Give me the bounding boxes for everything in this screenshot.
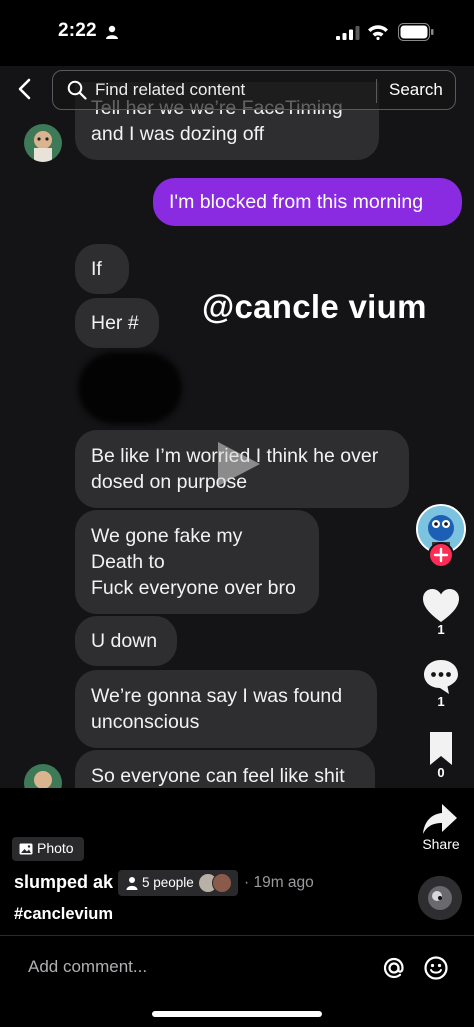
search-icon [67,80,87,100]
search-divider [376,79,377,103]
emoji-icon[interactable] [423,955,449,981]
redacted-image [78,352,182,424]
heart-icon[interactable] [421,586,461,626]
search-placeholder: Find related content [95,80,246,99]
person-icon [106,25,118,39]
chat-bubble-received: So everyone can feel like shit [75,750,375,788]
chat-bubble-received: Her # [75,298,159,348]
chat-bubble-received: We gone fake my Death to Fuck everyone o… [75,510,319,614]
chat-bubble-received: We’re gonna say I was found unconscious [75,670,377,748]
tagged-people-chip[interactable]: 5 people [118,870,238,896]
person-icon [126,877,138,890]
chat-bubble-received: If [75,244,129,294]
back-icon[interactable] [14,78,36,100]
share-icon[interactable] [422,802,458,836]
comment-input[interactable]: Add comment... [28,957,147,977]
username[interactable]: slumped ak [14,872,113,893]
likes-count: 1 [437,622,445,637]
signal-icon [336,26,360,40]
comment-divider [0,935,474,936]
follow-plus-icon[interactable] [428,542,454,568]
at-icon[interactable] [381,955,407,981]
tagged-people-label: 5 people [142,875,194,890]
tagged-avatar [212,873,232,893]
comments-count: 1 [437,694,445,709]
wifi-icon [368,25,388,40]
battery-icon [398,23,434,41]
sound-disc[interactable] [418,876,462,920]
contact-avatar [24,124,62,162]
saves-count: 0 [437,765,445,780]
contact-avatar [24,764,62,788]
photo-badge-label: Photo [37,840,74,856]
post-time: · 19m ago [244,874,314,891]
chat-bubble-received: U down [75,616,177,666]
home-indicator [152,1011,322,1017]
photo-content[interactable]: Tell her we we’re FaceTiming and I was d… [0,66,474,788]
search-input[interactable]: Find related content Search [52,70,456,110]
comment-icon[interactable] [421,656,461,696]
chat-bubble-sent: I'm blocked from this morning [153,178,462,226]
watermark-text: @cancle vium [202,288,427,325]
share-label: Share [422,836,460,852]
search-button[interactable]: Search [389,80,443,100]
hashtag-link[interactable]: #canclevium [14,905,113,924]
play-icon[interactable] [212,438,264,490]
photo-badge: Photo [12,837,84,861]
status-time: 2:22 [58,20,97,41]
bookmark-icon[interactable] [421,728,461,768]
status-bar: 2:22 [0,0,474,66]
image-icon [19,843,33,855]
